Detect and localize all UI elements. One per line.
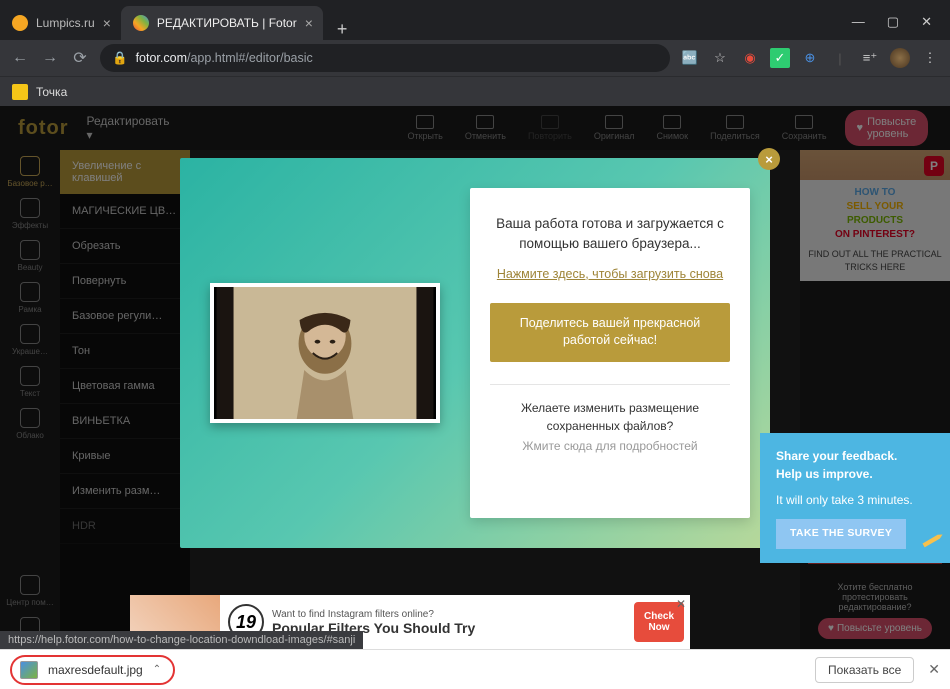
modal-close-icon[interactable]: × — [758, 148, 780, 170]
extension-icon[interactable]: ✓ — [770, 48, 790, 68]
translate-icon[interactable]: 🔤 — [680, 48, 700, 68]
modal-preview-image — [210, 283, 440, 423]
bookmarks-bar: Точка — [0, 76, 950, 106]
tab-title: Lumpics.ru — [36, 16, 95, 30]
back-icon[interactable]: ← — [10, 49, 30, 67]
tab-title: РЕДАКТИРОВАТЬ | Fotor — [157, 16, 297, 30]
modal-question-link[interactable]: Жмите сюда для подробностей — [522, 439, 697, 453]
pencil-icon — [918, 525, 948, 555]
feedback-popup: Share your feedback. Help us improve. It… — [760, 433, 950, 563]
url-input[interactable]: 🔒 fotor.com/app.html#/editor/basic — [100, 44, 670, 72]
new-tab-button[interactable]: + — [323, 19, 362, 40]
browser-tab[interactable]: Lumpics.ru × — [0, 6, 121, 40]
browser-tab-active[interactable]: РЕДАКТИРОВАТЬ | Fotor × — [121, 6, 323, 40]
close-icon[interactable]: × — [103, 15, 111, 31]
close-shelf-icon[interactable]: ✕ — [928, 661, 940, 678]
share-button[interactable]: Поделитесь вашей прекрасной работой сейч… — [490, 303, 730, 362]
tab-favicon — [133, 15, 149, 31]
address-bar: ← → ⟳ 🔒 fotor.com/app.html#/editor/basic… — [0, 40, 950, 76]
status-bar-link: https://help.fotor.com/how-to-change-loc… — [0, 631, 363, 649]
menu-icon[interactable]: ⋮ — [920, 48, 940, 68]
download-shelf: maxresdefault.jpg ⌃ Показать все ✕ — [0, 649, 950, 689]
retry-download-link[interactable]: Нажмите здесь, чтобы загрузить снова — [497, 267, 723, 281]
browser-titlebar: Lumpics.ru × РЕДАКТИРОВАТЬ | Fotor × + —… — [0, 0, 950, 40]
modal-panel: Ваша работа готова и загружается с помощ… — [470, 188, 750, 518]
download-item[interactable]: maxresdefault.jpg ⌃ — [10, 655, 175, 685]
modal-title: Ваша работа готова и загружается с помощ… — [490, 214, 730, 255]
tab-favicon — [12, 15, 28, 31]
chevron-up-icon[interactable]: ⌃ — [153, 664, 161, 675]
modal-question: Желаете изменить размещение сохраненных … — [490, 399, 730, 435]
ad-close-icon[interactable]: ✕ — [676, 597, 686, 611]
minimize-icon[interactable]: — — [852, 14, 865, 30]
download-filename: maxresdefault.jpg — [48, 663, 143, 677]
reload-icon[interactable]: ⟳ — [70, 48, 90, 68]
close-window-icon[interactable]: ✕ — [921, 14, 932, 30]
window-controls: — ▢ ✕ — [852, 14, 950, 40]
reading-list-icon[interactable]: ≡⁺ — [860, 48, 880, 68]
show-all-downloads-button[interactable]: Показать все — [815, 657, 914, 683]
download-modal: × Ваша ра — [180, 158, 770, 548]
star-icon[interactable]: ☆ — [710, 48, 730, 68]
bookmark-item[interactable]: Точка — [36, 85, 67, 99]
extension-icon[interactable]: ◉ — [740, 48, 760, 68]
bookmark-favicon — [12, 84, 28, 100]
forward-icon[interactable]: → — [40, 49, 60, 67]
globe-icon[interactable]: ⊕ — [800, 48, 820, 68]
maximize-icon[interactable]: ▢ — [887, 14, 899, 30]
separator: | — [830, 48, 850, 68]
lock-icon: 🔒 — [112, 51, 128, 66]
close-icon[interactable]: × — [305, 15, 313, 31]
take-survey-button[interactable]: TAKE THE SURVEY — [776, 519, 906, 549]
fotor-app: fotor Редактировать ▾ Открыть Отменить П… — [0, 106, 950, 649]
file-icon — [20, 661, 38, 679]
profile-avatar[interactable] — [890, 48, 910, 68]
